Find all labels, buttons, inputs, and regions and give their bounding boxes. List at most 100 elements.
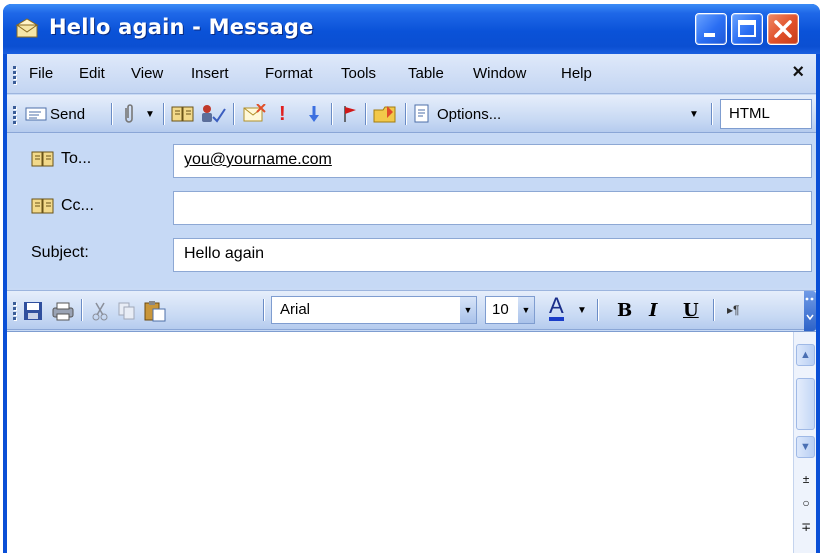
separator <box>263 299 264 321</box>
cc-button[interactable]: Cc... <box>31 197 94 215</box>
chevron-overflow-icon <box>805 297 814 321</box>
separator <box>365 103 366 125</box>
underline-button[interactable]: U <box>683 298 699 322</box>
font-color-icon: A <box>549 295 564 321</box>
separator <box>81 299 82 321</box>
scroll-down-button[interactable]: ▼ <box>796 436 815 458</box>
menu-edit[interactable]: Edit <box>79 65 105 82</box>
previous-page-icon: ± <box>802 472 810 486</box>
permissions-button[interactable] <box>373 102 399 126</box>
select-browse-object-button[interactable]: ○ <box>798 496 814 512</box>
toolbar-grip[interactable] <box>13 300 17 321</box>
menu-tools[interactable]: Tools <box>341 65 376 82</box>
to-recipient[interactable]: you@yourname.com <box>184 151 332 168</box>
message-body[interactable]: ▲ ▼ ± ○ ∓ <box>7 331 816 553</box>
close-button[interactable] <box>767 13 799 45</box>
message-format-select[interactable]: HTML <box>720 99 812 129</box>
check-names-button[interactable] <box>199 102 227 126</box>
folder-icon <box>373 106 396 123</box>
minimize-button[interactable] <box>695 13 727 45</box>
font-size-value: 10 <box>492 301 509 318</box>
menu-insert[interactable]: Insert <box>191 65 229 82</box>
to-label: To... <box>61 150 92 167</box>
cc-label: Cc... <box>61 197 94 214</box>
scroll-up-button[interactable]: ▲ <box>796 344 815 366</box>
italic-button[interactable]: I <box>649 298 657 322</box>
importance-high-icon: ! <box>279 102 286 125</box>
save-button[interactable] <box>23 299 43 323</box>
paragraph-ltr-icon: ▸¶ <box>727 303 740 317</box>
menu-grip[interactable] <box>13 64 17 85</box>
toolbar-grip[interactable] <box>13 104 17 125</box>
options-dropdown[interactable]: ▼ <box>689 102 699 126</box>
check-names-icon <box>202 105 226 123</box>
follow-up-button[interactable] <box>341 102 359 126</box>
font-color-button[interactable]: A <box>549 295 564 321</box>
menu-close-button[interactable]: × <box>792 61 804 84</box>
separator <box>405 103 406 125</box>
copy-button[interactable] <box>117 299 137 323</box>
cut-button[interactable] <box>91 299 109 323</box>
save-icon <box>24 302 42 320</box>
mail-options-button[interactable] <box>243 102 267 126</box>
font-color-dropdown[interactable]: ▼ <box>577 298 587 322</box>
paperclip-icon <box>125 104 133 123</box>
previous-page-button[interactable]: ± <box>798 472 814 488</box>
chevron-down-icon[interactable]: ▼ <box>460 297 476 323</box>
menu-view[interactable]: View <box>131 65 163 82</box>
send-label: Send <box>50 105 86 123</box>
options-icon <box>414 104 429 123</box>
font-name-select[interactable]: Arial ▼ <box>271 296 477 324</box>
next-page-icon: ∓ <box>800 520 812 534</box>
cc-field[interactable] <box>173 191 812 225</box>
browse-object-icon: ○ <box>802 496 810 510</box>
menu-help[interactable]: Help <box>561 65 592 82</box>
envelope-icon <box>243 104 266 122</box>
importance-low-button[interactable] <box>307 102 321 126</box>
bold-button[interactable]: B <box>617 298 632 322</box>
vertical-scrollbar[interactable]: ▲ ▼ ± ○ ∓ <box>793 332 816 553</box>
send-button[interactable]: Send <box>25 102 85 126</box>
follow-up-flag-icon <box>344 106 356 122</box>
close-icon <box>774 20 792 38</box>
window-title: Hello again - Message <box>49 15 314 39</box>
menu-file[interactable]: File <box>29 65 53 82</box>
subject-field[interactable]: Hello again <box>173 238 812 272</box>
copy-icon <box>118 302 135 320</box>
separator <box>711 103 712 125</box>
chevron-down-icon[interactable]: ▼ <box>518 297 534 323</box>
to-field[interactable]: you@yourname.com <box>173 144 812 178</box>
address-book-icon <box>31 151 54 167</box>
to-button[interactable]: To... <box>31 150 91 168</box>
text-direction-button[interactable]: ▸¶ <box>727 298 739 322</box>
menu-bar: File Edit View Insert Format Tools Table… <box>7 54 816 94</box>
attach-dropdown[interactable]: ▼ <box>145 102 155 126</box>
menu-window[interactable]: Window <box>473 65 526 82</box>
attach-file-button[interactable] <box>121 102 137 126</box>
print-button[interactable] <box>51 299 75 323</box>
address-book-icon <box>31 198 54 214</box>
font-name-value: Arial <box>280 301 311 318</box>
next-page-button[interactable]: ∓ <box>798 520 814 536</box>
app-icon <box>15 18 39 38</box>
separator <box>163 103 164 125</box>
scroll-thumb[interactable] <box>796 378 815 430</box>
menu-table[interactable]: Table <box>408 65 444 82</box>
font-size-select[interactable]: 10 ▼ <box>485 296 535 324</box>
minimize-icon <box>704 33 715 37</box>
title-bar[interactable]: Hello again - Message <box>3 4 820 54</box>
importance-high-button[interactable]: ! <box>279 102 286 126</box>
maximize-icon <box>738 20 756 37</box>
toolbar-overflow-chevron[interactable] <box>804 291 816 331</box>
options-button[interactable]: Options... <box>413 102 501 126</box>
send-icon <box>25 107 47 121</box>
paste-button[interactable] <box>143 299 167 323</box>
standard-toolbar: Send ▼ ! Options... ▼ HTML <box>7 95 816 133</box>
subject-label: Subject: <box>31 244 89 261</box>
cut-icon <box>92 302 108 321</box>
separator <box>233 103 234 125</box>
address-book-button[interactable] <box>171 102 195 126</box>
separator <box>713 299 714 321</box>
maximize-button[interactable] <box>731 13 763 45</box>
menu-format[interactable]: Format <box>265 65 313 82</box>
